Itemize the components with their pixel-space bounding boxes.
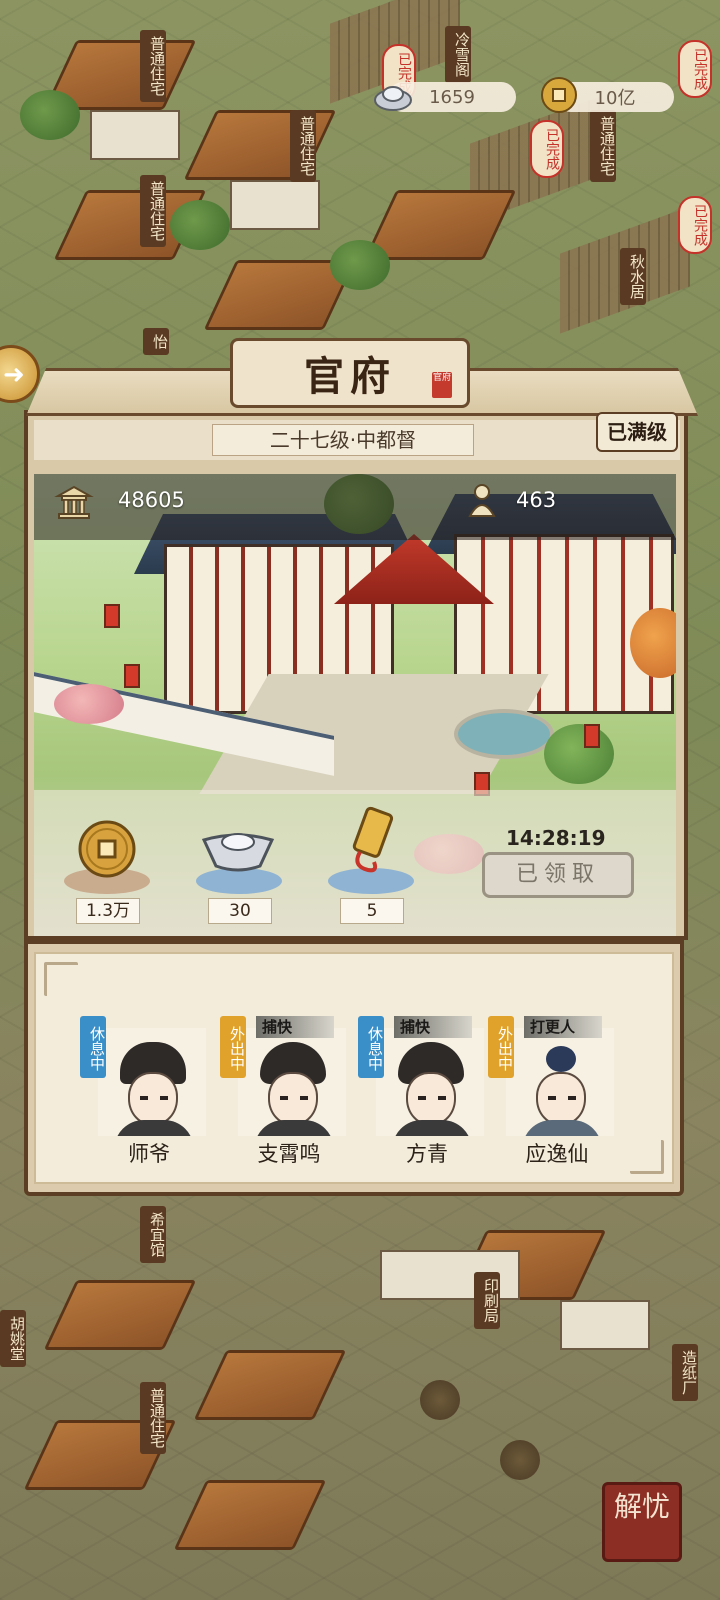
map-label-xiyiguan[interactable]: 希宜馆 — [140, 1206, 166, 1263]
max-level-badge: 已满级 — [596, 412, 678, 452]
status-tag: 外出中 — [220, 1016, 246, 1078]
reward-coin-amount: 1.3万 — [76, 898, 140, 924]
status-tag: 外出中 — [488, 1016, 514, 1078]
bare-tree — [500, 1440, 540, 1480]
coin-value: 10亿 — [594, 88, 636, 109]
bare-tree — [420, 1380, 460, 1420]
status-tag: 休息中 — [358, 1016, 384, 1078]
staff-card-yingyixian[interactable]: 打更人 外出中 应逸仙 — [488, 1016, 616, 1166]
role-tag: 捕快 — [256, 1016, 334, 1038]
reward-timer: 14:28:19 — [506, 826, 606, 850]
staff-card-fangqing[interactable]: 捕快 休息中 方青 — [358, 1016, 486, 1166]
map-label-house[interactable]: 普通住宅 — [140, 175, 166, 247]
pavilion-icon — [54, 485, 94, 519]
flower-bush — [54, 684, 124, 724]
corner-ornament — [630, 1140, 664, 1174]
map-label-house[interactable]: 普通住宅 — [140, 1382, 166, 1454]
eye — [300, 1096, 308, 1100]
role-tag: 捕快 — [394, 1016, 472, 1038]
eye — [548, 1096, 556, 1100]
eye — [568, 1096, 576, 1100]
status-tag: 休息中 — [80, 1016, 106, 1078]
robe — [392, 1120, 472, 1136]
panel-title: 官府 — [304, 353, 396, 400]
house-wall — [90, 110, 180, 160]
role-tag: 打更人 — [524, 1016, 602, 1038]
map-label-yinshuaju[interactable]: 印刷局 — [474, 1272, 500, 1329]
house-roof — [43, 1280, 197, 1350]
face — [128, 1072, 178, 1126]
pond — [454, 709, 554, 759]
house-roof — [363, 190, 517, 260]
eye — [438, 1096, 446, 1100]
face — [268, 1072, 318, 1126]
tree — [20, 90, 80, 140]
map-label-partial[interactable]: 怡 — [143, 328, 169, 355]
silver-value: 1659 — [429, 86, 475, 108]
hair-bun — [546, 1046, 576, 1072]
robe — [114, 1120, 194, 1136]
robe — [522, 1120, 602, 1136]
map-label-qiushuiju[interactable]: 秋水居 — [620, 248, 646, 305]
prestige-value: 48605 — [118, 488, 185, 512]
lantern — [124, 664, 140, 688]
map-label-house[interactable]: 普通住宅 — [290, 110, 316, 182]
face — [406, 1072, 456, 1126]
office-level: 二十七级·中都督 — [212, 424, 474, 456]
lantern — [584, 724, 600, 748]
house-roof — [173, 1480, 327, 1550]
eye — [280, 1096, 288, 1100]
staff-name: 支霄鸣 — [257, 1142, 321, 1166]
gourd-icon — [468, 484, 496, 517]
robe — [254, 1120, 334, 1136]
map-label-zaozhichang[interactable]: 造纸厂 — [672, 1344, 698, 1401]
people-value: 463 — [516, 488, 557, 512]
eye — [418, 1096, 426, 1100]
silver-ingot-icon[interactable] — [200, 826, 276, 876]
completed-tag[interactable]: 已完成 — [678, 196, 712, 254]
staff-name: 师爷 — [128, 1142, 170, 1166]
staff-card-shiye[interactable]: 休息中 师爷 — [80, 1016, 208, 1166]
claimed-button[interactable]: 已领取 — [482, 852, 634, 898]
avatar — [98, 1028, 206, 1136]
tree — [330, 240, 390, 290]
completed-tag[interactable]: 已完成 — [678, 40, 712, 98]
face — [536, 1072, 586, 1126]
reward-order-amount: 5 — [340, 898, 404, 924]
map-label-house[interactable]: 普通住宅 — [590, 110, 616, 182]
eye — [160, 1096, 168, 1100]
corner-ornament — [44, 962, 78, 996]
house-wall — [560, 1300, 650, 1350]
orb-arrow-icon: ➜ — [3, 360, 25, 390]
staff-name: 方青 — [406, 1142, 448, 1166]
scroll-order-icon[interactable] — [346, 806, 398, 876]
map-label-house[interactable]: 普通住宅 — [140, 30, 166, 102]
completed-tag[interactable]: 已完成 — [530, 120, 564, 178]
staff-name: 应逸仙 — [525, 1142, 589, 1166]
copper-coin-icon — [541, 77, 577, 113]
avatar — [238, 1028, 346, 1136]
house-wall — [230, 180, 320, 230]
lantern — [104, 604, 120, 628]
avatar — [506, 1028, 614, 1136]
tree — [170, 200, 230, 250]
jieyou-button[interactable]: 解忧 — [602, 1482, 682, 1562]
seal-stamp: 官府 — [432, 372, 452, 398]
tree — [544, 724, 614, 784]
reward-silver-amount: 30 — [208, 898, 272, 924]
silver-ingot-icon — [374, 86, 412, 111]
map-label-huyaotang[interactable]: 胡姚堂 — [0, 1310, 26, 1367]
map-label-lengxuege[interactable]: 冷雪阁 — [445, 26, 471, 83]
house-roof — [193, 1350, 347, 1420]
avatar — [376, 1028, 484, 1136]
eye — [140, 1096, 148, 1100]
copper-coin-icon[interactable] — [76, 818, 138, 880]
staff-card-zhixiaoming[interactable]: 捕快 外出中 支霄鸣 — [220, 1016, 348, 1166]
